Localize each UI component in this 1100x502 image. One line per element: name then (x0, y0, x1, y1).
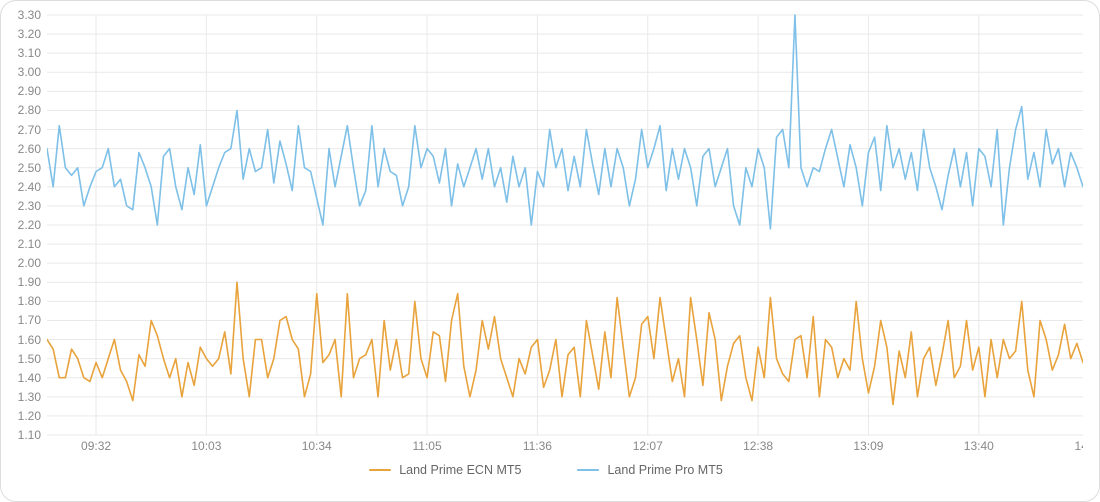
y-tick-label: 1.40 (18, 371, 41, 385)
chart-svg (47, 13, 1083, 453)
legend-item-pro[interactable]: Land Prime Pro MT5 (577, 463, 722, 477)
series-ecn (47, 282, 1083, 404)
y-tick-label: 1.70 (18, 313, 41, 327)
y-tick-label: 2.90 (18, 84, 41, 98)
y-tick-label: 3.20 (18, 27, 41, 41)
y-tick-label: 2.80 (18, 103, 41, 117)
x-tick-label: 12:38 (743, 439, 773, 453)
y-tick-label: 2.70 (18, 123, 41, 137)
x-tick-label: 10:34 (302, 439, 332, 453)
plot-area: 1.10 1.20 1.30 1.40 1.50 1.60 1.70 1.80 1.90 2.00… (9, 13, 1083, 453)
x-tick-label: 09:32 (81, 439, 111, 453)
series-pro (47, 15, 1083, 229)
y-tick-label: 1.10 (18, 428, 41, 442)
x-tick-label: 11:05 (412, 439, 441, 453)
y-tick-label: 1.20 (18, 409, 41, 423)
y-axis: 1.10 1.20 1.30 1.40 1.50 1.60 1.70 1.80 1.90 2.00… (9, 13, 47, 453)
legend-swatch-ecn (369, 469, 391, 471)
x-tick-label: 12:07 (633, 439, 663, 453)
y-tick-label: 2.50 (18, 161, 41, 175)
y-tick-label: 1.30 (18, 390, 41, 404)
x-tick-label: 10:03 (191, 439, 221, 453)
y-tick-label: 2.40 (18, 180, 41, 194)
y-tick-label: 2.10 (18, 237, 41, 251)
plot: 09:32 10:03 10:34 11:05 11:36 12:07 12:38 13:09… (47, 13, 1083, 453)
y-tick-label: 1.90 (18, 275, 41, 289)
legend-label-ecn: Land Prime ECN MT5 (399, 463, 521, 477)
y-tick-label: 2.00 (18, 256, 41, 270)
y-tick-label: 3.30 (18, 8, 41, 22)
y-tick-label: 1.80 (18, 294, 41, 308)
y-tick-label: 3.10 (18, 46, 41, 60)
legend-item-ecn[interactable]: Land Prime ECN MT5 (369, 463, 521, 477)
x-tick-label: 14:11 (1075, 439, 1083, 453)
legend-label-pro: Land Prime Pro MT5 (607, 463, 722, 477)
x-tick-label: 11:36 (523, 439, 552, 453)
legend-swatch-pro (577, 469, 599, 471)
x-tick-label: 13:09 (853, 439, 883, 453)
y-tick-label: 1.60 (18, 333, 41, 347)
y-tick-label: 2.20 (18, 218, 41, 232)
legend: Land Prime ECN MT5 Land Prime Pro MT5 (9, 463, 1083, 477)
x-tick-label: 13:40 (964, 439, 994, 453)
y-tick-label: 1.50 (18, 352, 41, 366)
y-tick-label: 3.00 (18, 65, 41, 79)
y-tick-label: 2.30 (18, 199, 41, 213)
y-tick-label: 2.60 (18, 142, 41, 156)
chart-container: 1.10 1.20 1.30 1.40 1.50 1.60 1.70 1.80 1.90 2.00… (0, 0, 1100, 502)
